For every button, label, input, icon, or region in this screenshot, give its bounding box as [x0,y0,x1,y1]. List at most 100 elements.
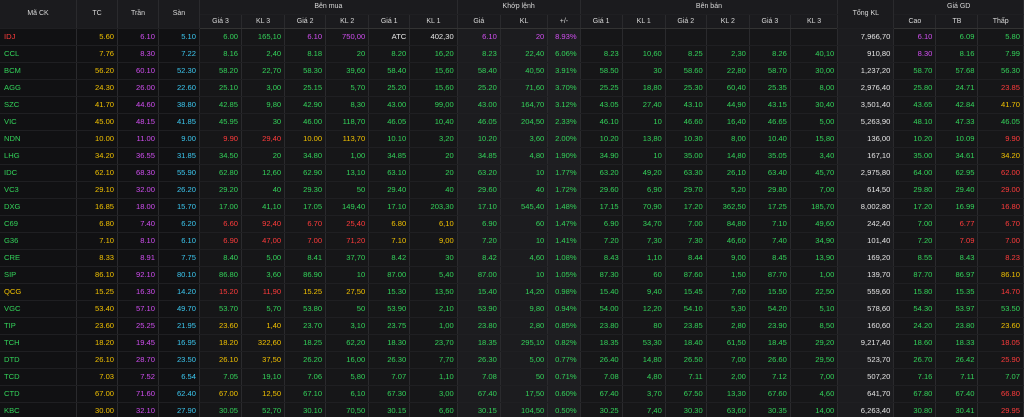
table-row[interactable]: CTD 67.00 71.60 62.40 67.00 12,50 67.10 6,10 67.… [0,385,1024,403]
col-sell-4[interactable]: Giá 3 [749,14,791,29]
match-cell: 46.05 [457,113,501,131]
table-row[interactable]: IDC 62.10 68.30 55.90 62.80 12,60 62.90 13,10 63… [0,164,1024,182]
table-row[interactable]: IDJ 5.60 6.10 5.10 6.00 165,10 6.10 750,00 ATC 40… [0,28,1024,46]
hl-cell: 66.80 [977,385,1024,403]
table-row[interactable]: C69 6.80 7.40 6.20 6.60 92,40 6.70 25,40 6.80 6,1… [0,215,1024,233]
symbol-cell[interactable]: VGC [0,300,78,318]
col-sell-2[interactable]: Giá 2 [665,14,707,29]
symbol-cell[interactable]: KBC [0,402,78,417]
symbol-cell[interactable]: DXG [0,198,78,216]
table-row[interactable]: TIP 23.60 25.25 21.95 23.60 1,40 23.70 3,10 23.7… [0,317,1024,335]
sell-cell: 2,30 [706,45,750,63]
match-cell: 295,10 [500,334,549,352]
floor-price-cell: 16.95 [158,334,200,352]
table-row[interactable]: TCD 7.03 7.52 6.54 7.05 19,10 7.06 5,80 7.07 1,10… [0,368,1024,386]
table-row[interactable]: KBC 30.00 32.10 27.90 30.05 52,70 30.10 70,50 30… [0,402,1024,417]
col-sell-0[interactable]: Giá 1 [580,14,623,29]
ceil-price-cell: 7.52 [117,368,159,386]
table-row[interactable]: BCM 56.20 60.10 52.30 58.20 22,70 58.30 39,60 58… [0,62,1024,80]
symbol-cell[interactable]: DTD [0,351,78,369]
col-hl-2[interactable]: Thấp [977,14,1024,29]
symbol-cell[interactable]: SZC [0,96,78,114]
sell-cell: 34,70 [622,215,666,233]
symbol-cell[interactable]: CTD [0,385,78,403]
col-sell-1[interactable]: KL 1 [622,14,666,29]
symbol-cell[interactable]: CRE [0,249,78,267]
sell-cell: 29.60 [580,181,623,199]
symbol-cell[interactable]: VIC [0,113,78,131]
symbol-cell[interactable]: QCG [0,283,78,301]
col-match-2[interactable]: +/- [547,14,581,29]
table-row[interactable]: CRE 8.33 8.91 7.75 8.40 5,00 8.41 37,70 8.42 30 8.… [0,249,1024,267]
col-buy-5[interactable]: KL 1 [409,14,458,29]
table-row[interactable]: AGG 24.30 26.00 22.60 25.10 3,00 25.15 5,70 25.2… [0,79,1024,97]
symbol-cell[interactable]: AGG [0,79,78,97]
ref-price-cell: 7.10 [76,232,119,250]
match-cell: 17,50 [500,385,549,403]
col-match-1[interactable]: KL [500,14,549,29]
table-row[interactable]: VC3 29.10 32.00 26.20 29.20 40 29.30 50 29.40 40 2… [0,181,1024,199]
sell-cell: 30.35 [749,402,791,417]
match-cell: 0.50% [547,402,581,417]
symbol-cell[interactable]: BCM [0,62,78,80]
table-row[interactable]: CCL 7.76 8.30 7.22 8.16 2,40 8.18 20 8.20 16,20 8.… [0,45,1024,63]
col-sell-5[interactable]: KL 3 [790,14,839,29]
sell-cell: 29,50 [790,351,839,369]
col-hl-0[interactable]: Cao [893,14,937,29]
table-row[interactable]: NDN 10.00 11.00 9.00 9.90 29,40 10.00 113,70 10.… [0,130,1024,148]
table-row[interactable]: LHG 34.20 36.55 31.85 34.50 20 34.80 1,00 34.85 2… [0,147,1024,165]
col-buy-4[interactable]: Giá 1 [368,14,411,29]
col-buy-0[interactable]: Giá 3 [199,14,243,29]
col-buy-1[interactable]: KL 3 [241,14,286,29]
sell-cell: 29.70 [665,181,707,199]
col-match-0[interactable]: Giá [457,14,501,29]
buy-cell: 18.30 [368,334,411,352]
col-hl-1[interactable]: TB [935,14,979,29]
table-row[interactable]: G36 7.10 8.10 6.10 6.90 47,00 7.00 71,20 7.10 9,0… [0,232,1024,250]
table-row[interactable]: SZC 41.70 44.60 38.80 42.85 9,80 42.90 8,30 43.0… [0,96,1024,114]
symbol-cell[interactable]: IDC [0,164,78,182]
col-ceil[interactable]: Trần [117,0,159,29]
buy-cell: 37,50 [241,351,286,369]
table-row[interactable]: VGC 53.40 57.10 49.70 53.70 5,70 53.80 50 53.90 2… [0,300,1024,318]
symbol-cell[interactable]: IDJ [0,28,78,46]
symbol-cell[interactable]: CCL [0,45,78,63]
col-symbol[interactable]: Mã CK [0,0,78,29]
ref-price-cell: 29.10 [76,181,119,199]
symbol-cell[interactable]: LHG [0,147,78,165]
hl-cell: 18.33 [935,334,979,352]
sell-cell [790,28,839,46]
symbol-cell[interactable]: TCH [0,334,78,352]
sell-cell: 7.12 [749,368,791,386]
symbol-cell[interactable]: G36 [0,232,78,250]
table-row[interactable]: SIP 86.10 92.10 80.10 86.80 3,60 86.90 10 87.00 5… [0,266,1024,284]
match-cell: 2.33% [547,113,581,131]
sell-cell: 58.70 [749,62,791,80]
symbol-cell[interactable]: TIP [0,317,78,335]
table-row[interactable]: QCG 15.25 16.30 14.20 15.20 11,90 15.25 27,50 15… [0,283,1024,301]
total-volume-cell: 1,237,20 [837,62,895,80]
symbol-cell[interactable]: SIP [0,266,78,284]
match-cell: 10 [500,232,549,250]
table-row[interactable]: DXG 16.85 18.00 15.70 17.00 41,10 17.05 149,40 1… [0,198,1024,216]
buy-cell: 46.05 [368,113,411,131]
col-ref[interactable]: TC [76,0,119,29]
table-row[interactable]: DTD 26.10 28.70 23.50 26.10 37,50 26.20 16,00 26… [0,351,1024,369]
symbol-cell[interactable]: NDN [0,130,78,148]
ceil-price-cell: 8.91 [117,249,159,267]
col-sell-3[interactable]: KL 2 [706,14,750,29]
sell-cell: 3,40 [790,147,839,165]
symbol-cell[interactable]: VC3 [0,181,78,199]
match-cell: 1.72% [547,181,581,199]
sell-cell: 54.20 [749,300,791,318]
symbol-cell[interactable]: TCD [0,368,78,386]
table-row[interactable]: TCH 18.20 19.45 16.95 18.20 322,60 18.25 62,20 1… [0,334,1024,352]
col-total-volume[interactable]: Tổng KL [837,0,895,29]
table-row[interactable]: VIC 45.00 48.15 41.85 45.95 30 46.00 118,70 46.0… [0,113,1024,131]
symbol-cell[interactable]: C69 [0,215,78,233]
hl-cell: 41.70 [977,96,1024,114]
col-buy-3[interactable]: KL 2 [325,14,370,29]
col-floor[interactable]: Sàn [158,0,200,29]
col-buy-2[interactable]: Giá 2 [284,14,327,29]
ref-price-cell: 18.20 [76,334,119,352]
